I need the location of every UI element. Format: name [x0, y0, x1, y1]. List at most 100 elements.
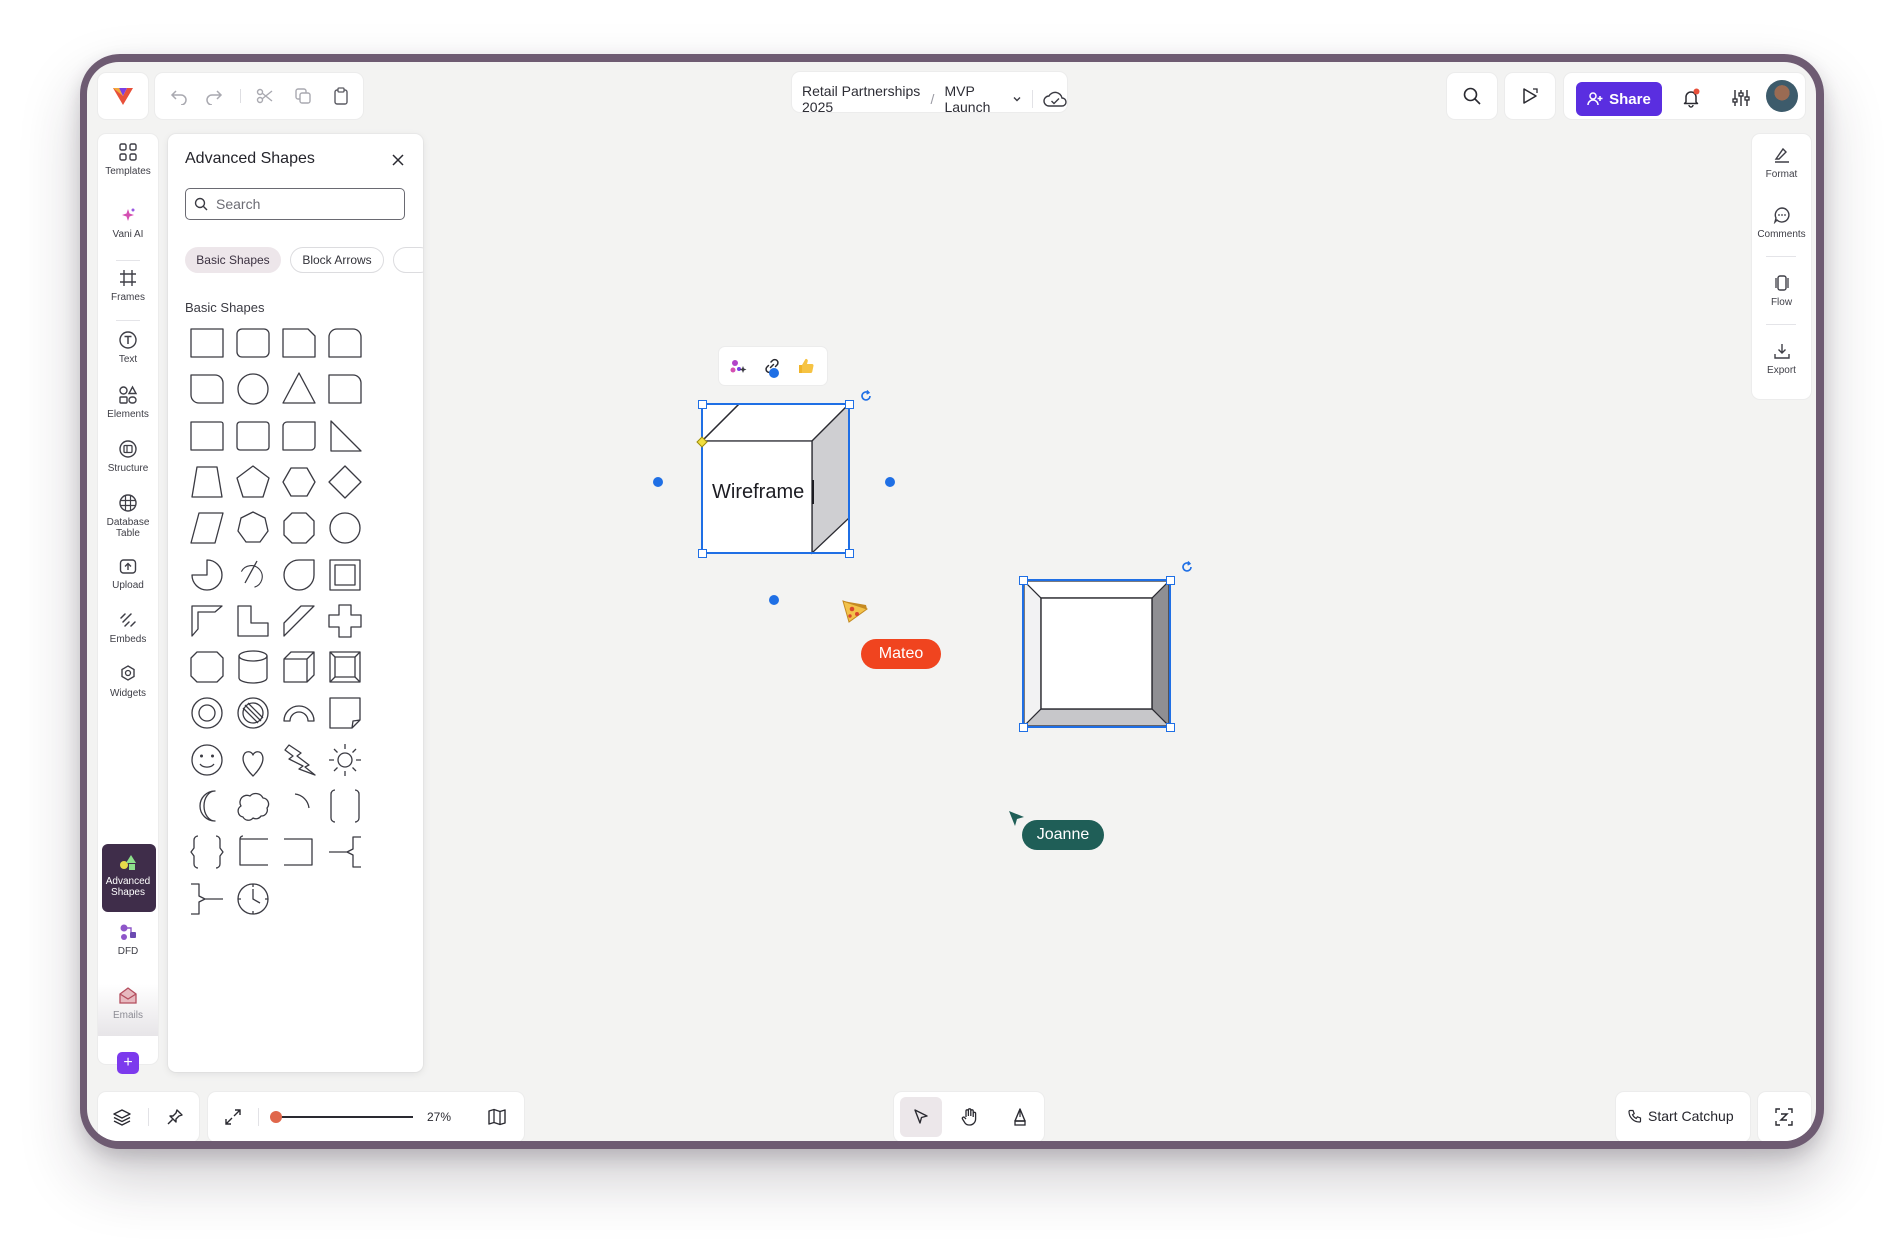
shape-teardrop[interactable] — [277, 553, 321, 597]
minimap-button[interactable] — [485, 1105, 509, 1129]
shape-right-brace[interactable] — [185, 877, 229, 921]
shape-search-input[interactable] — [216, 196, 386, 212]
shape-search-field[interactable] — [185, 188, 405, 220]
sidebar-item-structure[interactable]: Structure — [98, 439, 158, 474]
hand-tool-button[interactable] — [958, 1105, 982, 1129]
shape-plus[interactable] — [323, 599, 367, 643]
shape-triangle[interactable] — [277, 367, 321, 411]
shape-plaque[interactable] — [185, 645, 229, 689]
category-chip-block-arrows[interactable]: Block Arrows — [290, 247, 384, 273]
rotate-handle[interactable] — [1179, 559, 1195, 575]
copy-button[interactable] — [289, 82, 317, 110]
layers-button[interactable] — [110, 1105, 134, 1129]
resize-handle[interactable] — [698, 400, 707, 409]
resize-handle[interactable] — [845, 549, 854, 558]
shape-heart[interactable] — [231, 738, 275, 782]
shape-left-brace[interactable] — [323, 830, 367, 874]
zoom-slider-thumb[interactable] — [270, 1111, 282, 1123]
shape-cube[interactable] — [277, 645, 321, 689]
sidebar-item-text[interactable]: Text — [98, 330, 158, 365]
shape-round-rectangle-3[interactable] — [277, 414, 321, 458]
shape-smiley-face[interactable] — [185, 738, 229, 782]
shape-can[interactable] — [231, 645, 275, 689]
shape-round-corner-rectangle[interactable] — [323, 321, 367, 365]
resize-handle[interactable] — [1019, 723, 1028, 732]
resize-handle[interactable] — [698, 549, 707, 558]
shape-octagon[interactable] — [277, 506, 321, 550]
shape-chord[interactable] — [231, 553, 275, 597]
chevron-down-icon[interactable] — [1012, 94, 1022, 104]
sidebar-item-widgets[interactable]: Widgets — [98, 664, 158, 699]
right-item-export[interactable]: Export — [1752, 342, 1811, 376]
sidebar-item-templates[interactable]: Templates — [98, 142, 158, 177]
zoom-slider-track[interactable] — [275, 1116, 413, 1118]
shape-moon[interactable] — [185, 784, 229, 828]
redo-button[interactable] — [200, 82, 228, 110]
shape-rectangle[interactable] — [185, 321, 229, 365]
shape-pentagon[interactable] — [231, 460, 275, 504]
shape-double-brace[interactable] — [185, 830, 229, 874]
shape-snip-corner-rectangle[interactable] — [277, 321, 321, 365]
shape-right-bracket-panel[interactable] — [277, 830, 321, 874]
close-panel-button[interactable] — [388, 150, 408, 170]
shape-clock[interactable] — [231, 877, 275, 921]
right-item-flow[interactable]: Flow — [1752, 274, 1811, 308]
sidebar-item-upload[interactable]: Upload — [98, 556, 158, 591]
shape-left-bracket-panel[interactable] — [231, 830, 275, 874]
category-chip-basic-shapes[interactable]: Basic Shapes — [185, 247, 281, 273]
connector-dot-left[interactable] — [653, 477, 663, 487]
resize-handle[interactable] — [1166, 576, 1175, 585]
shape-frame[interactable] — [323, 553, 367, 597]
cloud-saved-icon[interactable] — [1043, 90, 1067, 108]
connector-dot-right[interactable] — [885, 477, 895, 487]
cut-button[interactable] — [251, 82, 279, 110]
shape-pie[interactable] — [185, 553, 229, 597]
category-chip-more[interactable] — [393, 247, 423, 273]
resize-handle[interactable] — [1166, 723, 1175, 732]
resize-handle[interactable] — [1019, 576, 1028, 585]
shape-rectangle-2[interactable] — [185, 414, 229, 458]
connector-dot-bottom[interactable] — [769, 595, 779, 605]
notifications-button[interactable] — [1679, 86, 1703, 110]
app-logo-icon[interactable] — [111, 84, 135, 108]
shape-circle[interactable] — [231, 367, 275, 411]
pin-button[interactable] — [163, 1105, 187, 1129]
sidebar-item-advanced-shapes[interactable]: Advanced Shapes — [98, 852, 158, 898]
shape-round-single-corner[interactable] — [185, 367, 229, 411]
shape-parallelogram[interactable] — [185, 506, 229, 550]
search-button[interactable] — [1460, 84, 1484, 108]
pen-tool-button[interactable] — [1008, 1105, 1032, 1129]
shape-no-symbol[interactable] — [231, 691, 275, 735]
sidebar-item-elements[interactable]: Elements — [98, 385, 158, 420]
right-item-comments[interactable]: Comments — [1752, 206, 1811, 240]
shape-text[interactable]: Wireframe — [712, 481, 804, 504]
shape-donut[interactable] — [185, 691, 229, 735]
cube-shape[interactable] — [1018, 575, 1173, 732]
shape-half-frame[interactable] — [185, 599, 229, 643]
shape-diagonal-stripe[interactable] — [277, 599, 321, 643]
shape-decagon[interactable] — [323, 506, 367, 550]
zia-button[interactable] — [1772, 1105, 1796, 1129]
shape-block-arc[interactable] — [277, 691, 321, 735]
present-button[interactable] — [1518, 84, 1542, 108]
settings-button[interactable] — [1729, 86, 1753, 110]
shape-sun[interactable] — [323, 738, 367, 782]
sidebar-item-emails[interactable]: Emails — [98, 986, 158, 1021]
shape-bevel[interactable] — [323, 645, 367, 689]
shape-trapezoid[interactable] — [185, 460, 229, 504]
shape-round-rectangle-2[interactable] — [231, 414, 275, 458]
right-item-format[interactable]: Format — [1752, 146, 1811, 180]
select-tool-button[interactable] — [909, 1105, 933, 1129]
undo-button[interactable] — [165, 82, 193, 110]
connector-dot-top[interactable] — [769, 368, 779, 378]
breadcrumb-project[interactable]: Retail Partnerships 2025 — [802, 83, 921, 115]
shape-diamond[interactable] — [323, 460, 367, 504]
breadcrumb-board[interactable]: MVP Launch — [944, 83, 1006, 115]
shape-rounded-rectangle[interactable] — [231, 321, 275, 365]
sidebar-item-database-table[interactable]: Database Table — [98, 493, 158, 539]
shape-double-bracket[interactable] — [323, 784, 367, 828]
fit-to-screen-button[interactable] — [221, 1105, 245, 1129]
shape-hexagon[interactable] — [277, 460, 321, 504]
selected-cube-shape[interactable]: Wireframe — [696, 398, 851, 559]
ai-magic-button[interactable] — [727, 355, 749, 377]
